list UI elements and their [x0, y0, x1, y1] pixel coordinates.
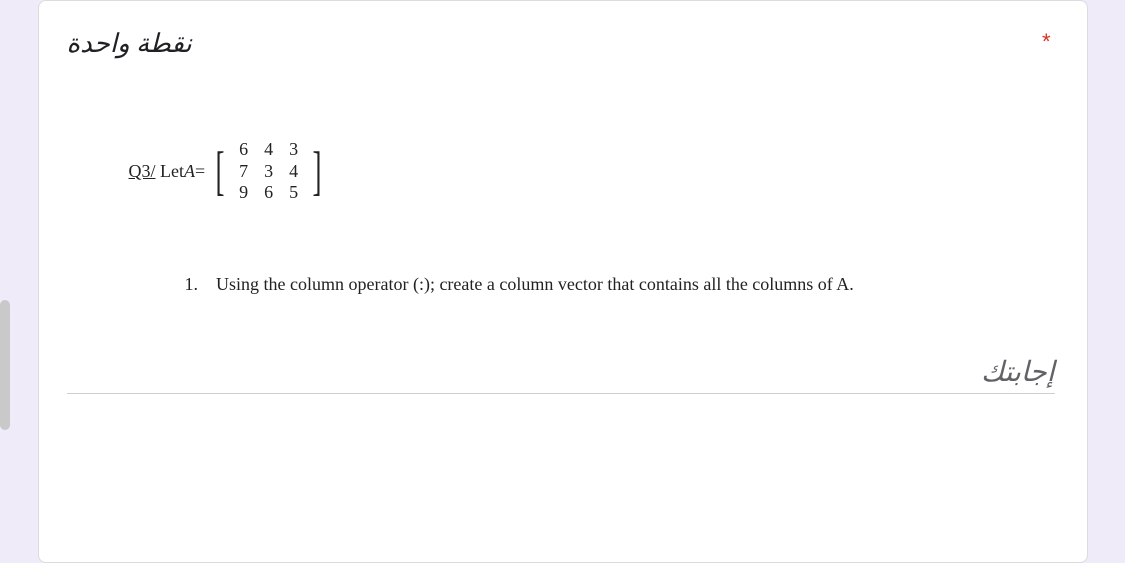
- matrix-definition: Q3/ Let A = [ 6 4 3 7: [129, 139, 1019, 204]
- matrix-cell: 3: [256, 161, 281, 183]
- variable-name: A: [184, 161, 195, 182]
- right-bracket-icon: ]: [313, 147, 322, 196]
- answer-label: إجابتك: [67, 355, 1055, 389]
- equals-sign: =: [195, 161, 205, 182]
- matrix-cell: 5: [281, 182, 306, 204]
- instruction-text: Using the column operator (:); create a …: [216, 274, 854, 294]
- points-label: نقطة واحدة: [67, 29, 192, 59]
- left-bracket-icon: [: [216, 147, 225, 196]
- instruction: 1. Using the column operator (:); create…: [185, 274, 1019, 295]
- question-label: Q3/ Let A =: [129, 161, 206, 182]
- answer-area: إجابتك: [67, 355, 1059, 394]
- instruction-number: 1.: [185, 274, 199, 294]
- table-row: 7 3 4: [231, 161, 306, 183]
- matrix-cell: 7: [231, 161, 256, 183]
- matrix-cell: 6: [256, 182, 281, 204]
- required-star-icon: *: [1042, 29, 1051, 55]
- question-card: نقطة واحدة * Q3/ Let A = [ 6 4: [38, 0, 1088, 563]
- question-content: Q3/ Let A = [ 6 4 3 7: [67, 139, 1059, 295]
- matrix-cell: 4: [256, 139, 281, 161]
- matrix-cell: 3: [281, 139, 306, 161]
- answer-input[interactable]: [67, 393, 1055, 394]
- matrix-cell: 9: [231, 182, 256, 204]
- scrollbar[interactable]: [0, 300, 10, 430]
- question-header: نقطة واحدة *: [67, 29, 1059, 59]
- matrix-cell: 6: [231, 139, 256, 161]
- table-row: 9 6 5: [231, 182, 306, 204]
- let-text-2: Let: [160, 161, 184, 182]
- question-number: Q3/: [129, 161, 156, 182]
- matrix-table: 6 4 3 7 3 4 9 6 5: [231, 139, 306, 204]
- matrix: [ 6 4 3 7 3 4 9: [211, 139, 326, 204]
- table-row: 6 4 3: [231, 139, 306, 161]
- matrix-cell: 4: [281, 161, 306, 183]
